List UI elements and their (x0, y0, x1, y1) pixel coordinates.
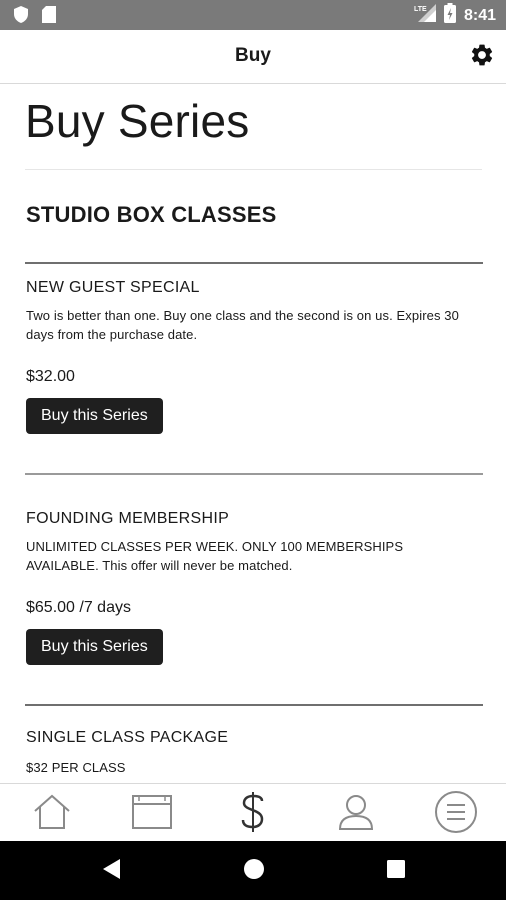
back-icon (102, 858, 122, 885)
series-divider (25, 262, 483, 264)
menu-icon (434, 790, 478, 839)
series-divider (25, 704, 483, 706)
nav-menu[interactable] (434, 790, 478, 839)
title-divider (25, 169, 482, 170)
nav-calendar[interactable] (130, 792, 174, 836)
series-name: SINGLE CLASS PACKAGE (26, 729, 229, 746)
buy-series-button[interactable]: Buy this Series (26, 629, 163, 665)
series-name: FOUNDING MEMBERSHIP (26, 510, 230, 527)
page-title: Buy Series (25, 95, 250, 147)
recents-icon (386, 859, 406, 884)
system-home-button[interactable] (241, 858, 267, 884)
battery-icon (443, 3, 456, 28)
home-circle-icon (243, 858, 265, 885)
status-time: 8:41 (463, 6, 496, 24)
system-recents-button[interactable] (383, 858, 409, 884)
profile-icon (337, 793, 375, 836)
series-divider (25, 473, 483, 475)
shield-icon (14, 6, 28, 28)
app-bar-title: Buy (235, 45, 271, 66)
series-description: Two is better than one. Buy one class an… (26, 308, 459, 342)
nav-home[interactable] (30, 792, 74, 836)
system-back-button[interactable] (99, 858, 125, 884)
system-nav-bar (0, 841, 506, 900)
status-left-icons (14, 6, 56, 28)
main-content[interactable]: Buy Series STUDIO BOX CLASSES NEW GUEST … (0, 84, 506, 783)
series-name: NEW GUEST SPECIAL (26, 279, 200, 296)
series-description: UNLIMITED CLASSES PER WEEK. ONLY 100 MEM… (26, 539, 404, 573)
series-price: $32.00 (26, 368, 75, 385)
series-description: $32 PER CLASS (26, 760, 126, 775)
series-card-founding-membership: FOUNDING MEMBERSHIP UNLIMITED CLASSES PE… (26, 510, 466, 665)
nav-buy[interactable] (231, 791, 275, 838)
dollar-icon (238, 791, 268, 838)
signal-icon: LTE (414, 4, 436, 27)
gear-icon (469, 42, 495, 73)
app-bar: Buy (0, 30, 506, 84)
settings-button[interactable] (466, 41, 498, 73)
bottom-nav (0, 783, 506, 841)
series-price: $65.00 /7 days (26, 599, 131, 616)
buy-series-button[interactable]: Buy this Series (26, 398, 163, 434)
sd-card-icon (42, 6, 56, 28)
nav-profile[interactable] (334, 792, 378, 836)
status-bar: LTE 8:41 (0, 0, 506, 30)
calendar-icon (131, 794, 173, 835)
series-card-new-guest-special: NEW GUEST SPECIAL Two is better than one… (26, 279, 466, 434)
section-heading: STUDIO BOX CLASSES (26, 202, 277, 227)
network-label: LTE (414, 6, 427, 13)
status-right-icons: LTE 8:41 (414, 3, 496, 28)
home-icon (32, 793, 72, 836)
series-card-single-class-package: SINGLE CLASS PACKAGE $32 PER CLASS (26, 729, 466, 777)
